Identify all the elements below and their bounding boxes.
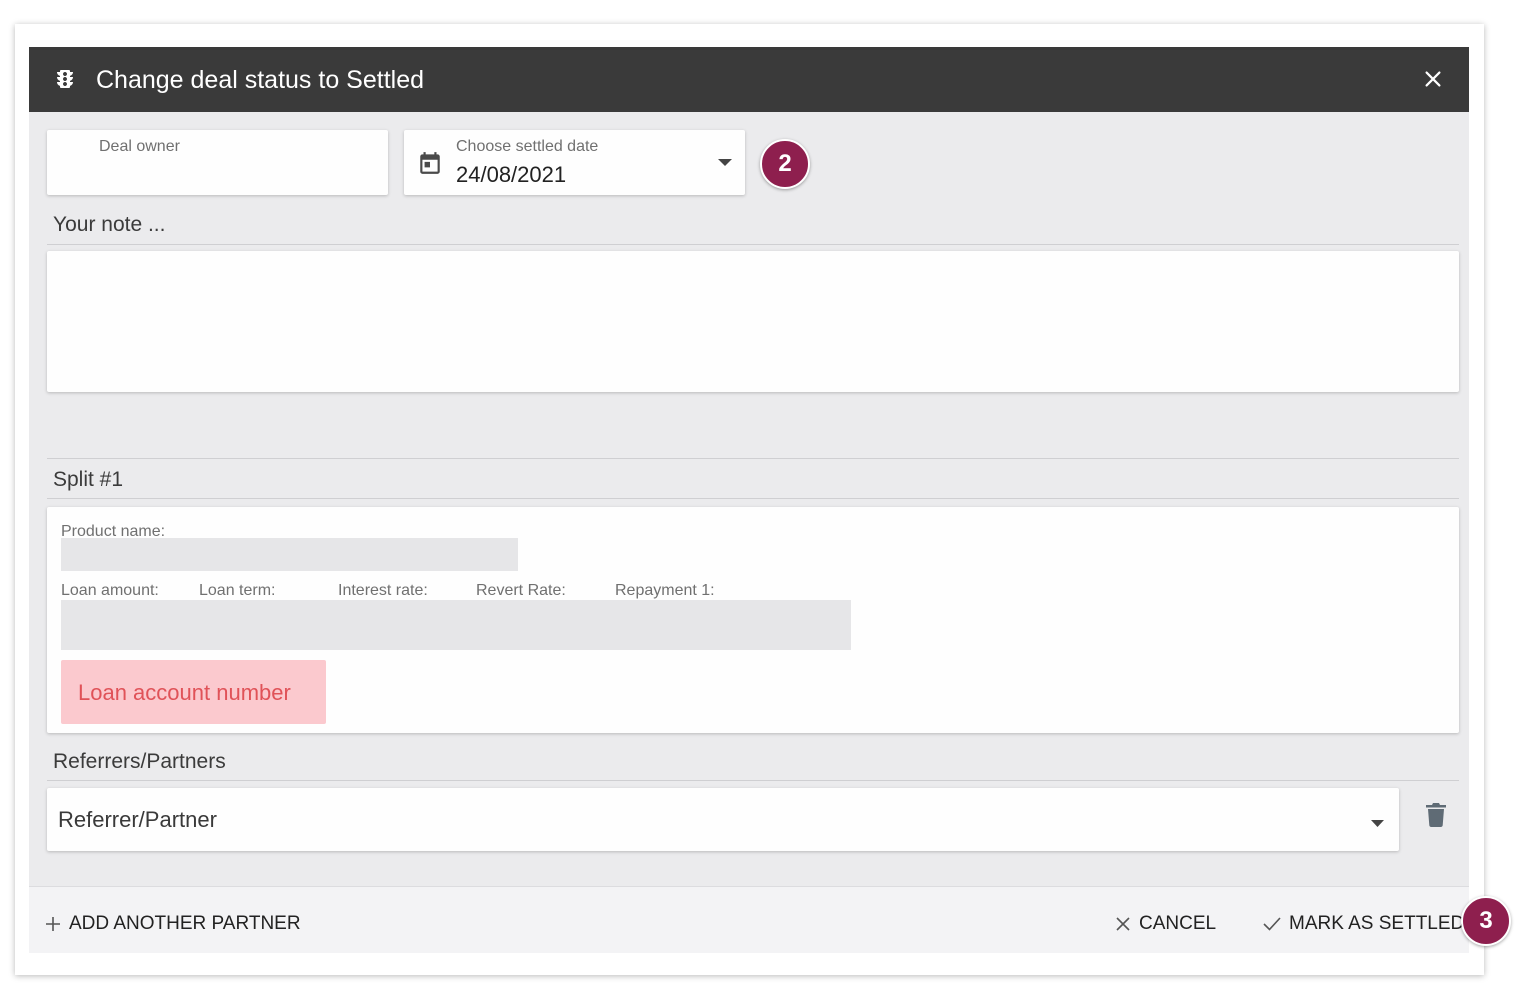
loan-amount-label: Loan amount: [61,582,159,599]
close-icon [1116,917,1130,931]
divider [47,458,1459,459]
dialog-title: Change deal status to Settled [96,66,425,94]
partners-section-title: Referrers/Partners [53,750,226,773]
mark-as-settled-button[interactable]: MARK AS SETTLED [1263,913,1464,935]
close-icon[interactable] [1422,68,1444,90]
loan-details-values [61,600,851,650]
settle-deal-dialog: Change deal status to Settled Deal owner… [29,47,1469,953]
note-textarea[interactable] [47,251,1459,392]
referrer-partner-select[interactable]: Referrer/Partner [47,788,1399,851]
add-another-partner-label: ADD ANOTHER PARTNER [69,913,301,934]
cancel-button[interactable]: CANCEL [1115,913,1216,935]
plus-icon [46,917,60,931]
deal-owner-label: Deal owner [99,138,180,155]
repayment-label: Repayment 1: [615,582,715,599]
settled-date-label: Choose settled date [456,138,599,155]
loan-account-number-label: Loan account number [78,680,291,705]
delete-icon[interactable] [1424,801,1448,827]
referrer-partner-placeholder: Referrer/Partner [58,807,217,832]
settled-date-value: 24/08/2021 [456,162,567,187]
traffic-light-icon [57,70,73,88]
revert-rate-label: Revert Rate: [476,582,566,599]
divider [47,780,1459,781]
cancel-label: CANCEL [1139,913,1217,934]
chevron-down-icon[interactable] [718,159,732,167]
callout-badge-3: 3 [1461,896,1511,946]
note-section-title: Your note ... [53,213,166,236]
add-another-partner-button[interactable]: ADD ANOTHER PARTNER [45,913,301,935]
loan-term-label: Loan term: [199,582,276,599]
loan-account-number-field[interactable]: Loan account number [61,660,326,724]
dialog-header: Change deal status to Settled [29,47,1469,112]
screenshot-frame: Change deal status to Settled Deal owner… [15,24,1511,975]
settled-date-field[interactable]: Choose settled date 24/08/2021 [404,130,745,195]
calendar-icon [420,152,440,174]
dialog-footer: ADD ANOTHER PARTNER CANCEL MARK AS SETTL… [29,886,1469,953]
product-name-value [61,538,518,571]
deal-owner-field[interactable]: Deal owner [47,130,388,195]
chevron-down-icon [1371,820,1384,827]
check-icon [1263,917,1281,931]
callout-badge-2: 2 [760,139,810,189]
interest-rate-label: Interest rate: [338,582,428,599]
split-section-title: Split #1 [53,468,124,491]
divider [47,244,1459,245]
divider [47,498,1459,499]
mark-as-settled-label: MARK AS SETTLED [1289,913,1465,934]
